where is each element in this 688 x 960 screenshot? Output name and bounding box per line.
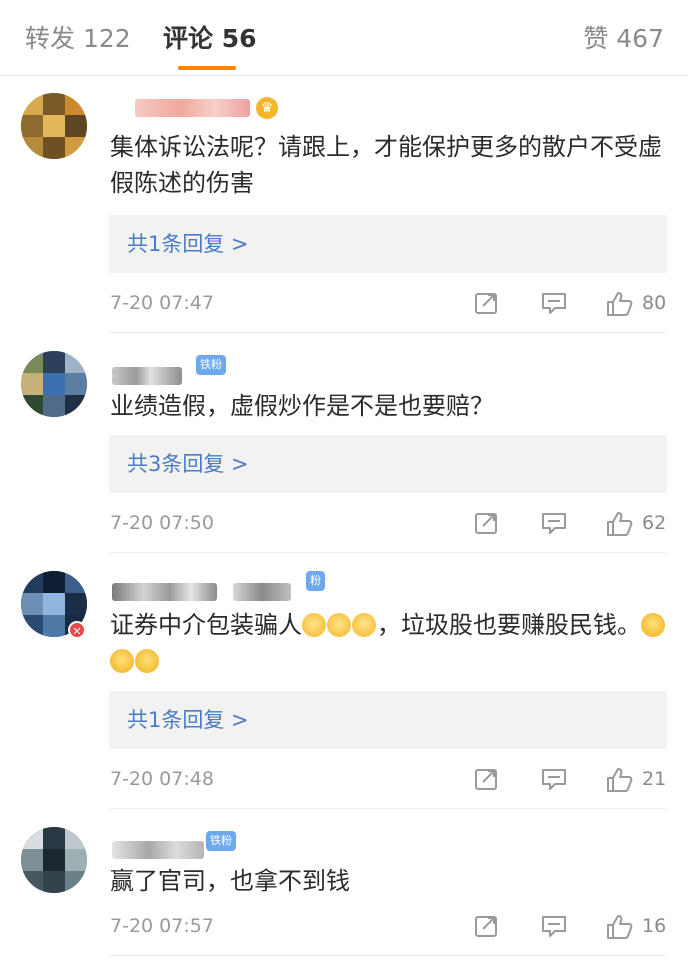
view-replies-link[interactable]: 共1条回复 > (127, 215, 249, 273)
blush-emoji-icon (302, 613, 326, 637)
comment-item: 铁粉 赢了官司，也拿不到钱 7-20 07:57 16 (0, 809, 688, 960)
replies-box: 共1条回复 > (109, 215, 667, 273)
share-icon[interactable] (474, 767, 500, 791)
active-tab-indicator (178, 66, 236, 70)
like-count: 80 (642, 292, 667, 314)
view-replies-link[interactable]: 共1条回复 > (127, 691, 249, 749)
username-blurred[interactable] (135, 99, 250, 117)
share-icon[interactable] (474, 511, 500, 535)
comment-text: 业绩造假，虚假炒作是不是也要赔？ (110, 392, 494, 420)
fan-badge: 铁粉 (196, 355, 226, 375)
username-blurred[interactable] (112, 841, 204, 859)
thumbs-up-icon[interactable] (606, 914, 633, 939)
comment-meta: 7-20 07:57 16 (110, 911, 670, 941)
username-blurred[interactable] (112, 583, 217, 601)
fan-badge: 粉 (306, 571, 325, 591)
comment-meta: 7-20 07:47 80 (110, 288, 670, 318)
username-blurred-2[interactable] (233, 583, 291, 601)
comment-icon[interactable] (541, 511, 567, 535)
avatar[interactable] (21, 93, 87, 159)
vip-badge-icon: ✕ (68, 621, 86, 639)
replies-box: 共1条回复 > (109, 691, 667, 749)
thumbs-up-icon[interactable] (606, 511, 633, 536)
comment-item: 铁粉 业绩造假，虚假炒作是不是也要赔？ 共3条回复 > 7-20 07:50 6… (0, 333, 688, 553)
like-count: 21 (642, 768, 667, 790)
blush-emoji-icon (327, 613, 351, 637)
comment-time: 7-20 07:47 (110, 292, 214, 314)
replies-box: 共3条回复 > (109, 435, 667, 493)
comment-meta: 7-20 07:50 62 (110, 508, 670, 538)
comment-time: 7-20 07:48 (110, 768, 214, 790)
comment-text: 集体诉讼法呢？请跟上，才能保护更多的散户不受虚假陈述的伤害 (110, 133, 662, 197)
comment-text: 证券中介包装骗人 ，垃圾股也要赚股民钱。 (110, 607, 670, 679)
comment-icon[interactable] (541, 291, 567, 315)
fan-badge: 铁粉 (206, 831, 236, 851)
share-icon[interactable] (474, 914, 500, 938)
divider (109, 955, 666, 956)
like-count: 16 (642, 915, 667, 937)
thumbs-up-icon[interactable] (606, 291, 633, 316)
comment-item: ✕ 粉 证券中介包装骗人 ，垃圾股也要赚股民钱。 共1条回复 > 7-20 07:… (0, 553, 688, 809)
laugh-emoji-icon (110, 649, 134, 673)
comment-item: ♛ 集体诉讼法呢？请跟上，才能保护更多的散户不受虚假陈述的伤害 共1条回复 > … (0, 77, 688, 333)
comment-icon[interactable] (541, 914, 567, 938)
tab-repost[interactable]: 转发 122 (25, 22, 131, 56)
comment-text-part1: 证券中介包装骗人 (110, 611, 302, 639)
comment-meta: 7-20 07:48 21 (110, 764, 670, 794)
avatar[interactable] (21, 827, 87, 893)
thumbs-up-icon[interactable] (606, 767, 633, 792)
crown-icon: ♛ (256, 97, 278, 119)
tab-comments[interactable]: 评论 56 (163, 22, 257, 56)
comment-tabs: 转发 122 评论 56 赞 467 (0, 0, 688, 76)
tab-likes[interactable]: 赞 467 (583, 22, 664, 56)
comment-time: 7-20 07:50 (110, 512, 214, 534)
comment-time: 7-20 07:57 (110, 915, 214, 937)
avatar[interactable] (21, 351, 87, 417)
blush-emoji-icon (352, 613, 376, 637)
laugh-emoji-icon (135, 649, 159, 673)
comment-icon[interactable] (541, 767, 567, 791)
comment-text-part2: ，垃圾股也要赚股民钱。 (377, 611, 641, 639)
like-count: 62 (642, 512, 667, 534)
laugh-emoji-icon (641, 613, 665, 637)
share-icon[interactable] (474, 291, 500, 315)
comment-text: 赢了官司，也拿不到钱 (110, 867, 350, 895)
view-replies-link[interactable]: 共3条回复 > (127, 435, 249, 493)
username-blurred[interactable] (112, 367, 182, 385)
